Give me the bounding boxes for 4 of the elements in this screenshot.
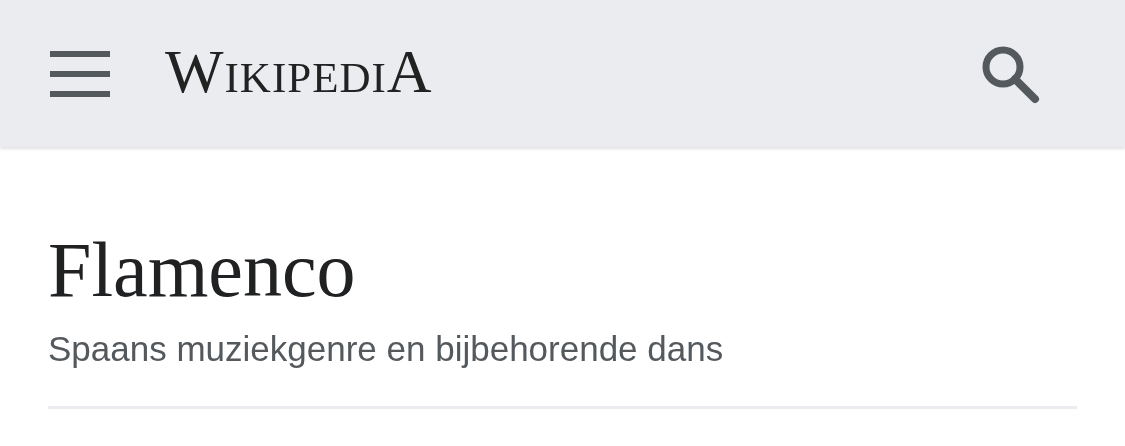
article-description: Spaans muziekgenre en bijbehorende dans	[48, 328, 725, 370]
wikipedia-logo[interactable]: WikipediA	[165, 39, 433, 102]
article-title: Flamenco	[48, 225, 357, 315]
menu-icon[interactable]	[50, 50, 110, 97]
